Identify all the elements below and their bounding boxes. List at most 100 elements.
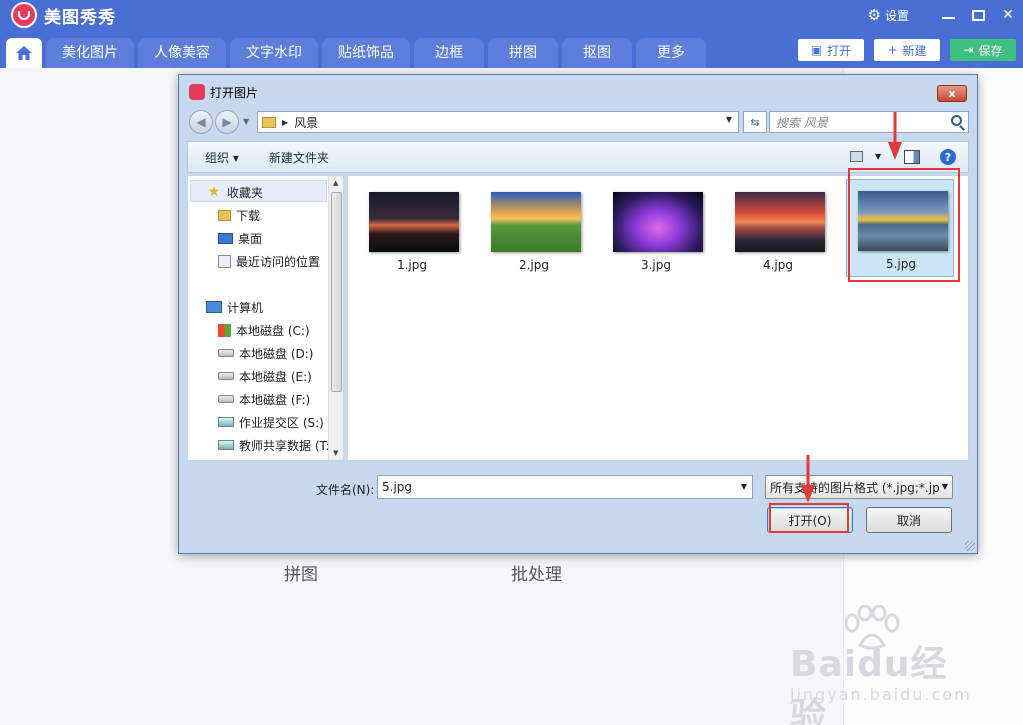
- search-icon[interactable]: [951, 115, 962, 126]
- preview-pane-icon[interactable]: [904, 150, 920, 164]
- app-titlebar: 美图秀秀 ⚙ 设置 ✕: [0, 0, 1023, 30]
- tab-portrait[interactable]: 人像美容: [138, 38, 226, 68]
- breadcrumb-current[interactable]: 风景: [294, 114, 318, 131]
- tree-net-t-label: 教师共享数据 (T:: [239, 438, 330, 453]
- view-mode-icon[interactable]: [850, 151, 863, 162]
- thumbnail-fountain-lights: [613, 192, 703, 252]
- organize-menu[interactable]: 组织 ▾: [205, 149, 239, 166]
- file-item[interactable]: 4.jpg: [724, 184, 832, 274]
- filename-label: 文件名(N):: [316, 483, 375, 497]
- new-folder-button[interactable]: 新建文件夹: [269, 149, 329, 166]
- tree-drive-e-label: 本地磁盘 (E:): [239, 369, 312, 384]
- tree-net-t[interactable]: 教师共享数据 (T:: [218, 434, 330, 456]
- file-name: 2.jpg: [518, 258, 550, 272]
- help-icon[interactable]: ?: [940, 149, 956, 165]
- tree-net-s[interactable]: 作业提交区 (S:): [218, 411, 324, 433]
- tree-favorites[interactable]: ★ 收藏夹: [206, 181, 263, 203]
- baidu-watermark: Baidu经验 jingyan.baidu.com: [782, 605, 972, 725]
- scroll-thumb[interactable]: [331, 192, 342, 392]
- thumbnail-red-sky-sea: [735, 192, 825, 252]
- forward-arrow-icon: ▶: [222, 115, 232, 129]
- history-dropdown-icon[interactable]: ▼: [243, 117, 249, 126]
- file-name: 4.jpg: [762, 258, 794, 272]
- save-button-label: 保存: [978, 43, 1003, 58]
- gear-icon: ⚙: [867, 6, 881, 24]
- home-icon: [16, 46, 32, 60]
- tab-frames[interactable]: 边框: [414, 38, 484, 68]
- tab-stickers[interactable]: 贴纸饰品: [322, 38, 410, 68]
- image-icon: ▣: [810, 43, 823, 57]
- download-folder-icon: [218, 209, 231, 221]
- new-button[interactable]: + 新建: [874, 39, 940, 61]
- network-drive-icon: [218, 417, 234, 427]
- red-arrow-down-icon: [801, 455, 815, 503]
- tree-desktop[interactable]: 桌面: [218, 227, 262, 249]
- search-placeholder: 搜索 风景: [776, 115, 828, 130]
- app-logo-icon: [11, 2, 37, 28]
- tree-recent-label: 最近访问的位置: [236, 254, 321, 269]
- tab-collage[interactable]: 拼图: [488, 38, 558, 68]
- file-type-dropdown-icon[interactable]: ▼: [942, 482, 948, 491]
- back-button[interactable]: ◀: [189, 110, 213, 134]
- desktop-icon: [218, 232, 233, 244]
- tab-cutout[interactable]: 抠图: [562, 38, 632, 68]
- minimize-button[interactable]: [933, 0, 963, 30]
- batch-entry-label[interactable]: 批处理: [511, 560, 562, 585]
- address-row: ◀ ▶ ▼ ▶ 风景 ▼ ⇆ 搜索 风景: [187, 109, 969, 135]
- tab-beautify[interactable]: 美化图片: [46, 38, 134, 68]
- drive-icon: [218, 372, 234, 380]
- tab-text-watermark[interactable]: 文字水印: [230, 38, 318, 68]
- settings-button[interactable]: ⚙ 设置: [868, 6, 909, 24]
- tree-drive-f[interactable]: 本地磁盘 (F:): [218, 388, 310, 410]
- system-drive-icon: [218, 323, 231, 337]
- address-bar[interactable]: ▶ 风景 ▼: [257, 111, 739, 133]
- forward-button[interactable]: ▶: [215, 110, 239, 134]
- refresh-icon: ⇆: [750, 115, 760, 129]
- file-item[interactable]: 3.jpg: [602, 184, 710, 274]
- open-button-label: 打开: [827, 43, 852, 58]
- puzzle-entry-label[interactable]: 拼图: [284, 560, 318, 585]
- drive-icon: [218, 349, 234, 357]
- breadcrumb-arrow-icon[interactable]: ▶: [282, 118, 288, 127]
- tab-more[interactable]: 更多: [636, 38, 706, 68]
- tree-computer[interactable]: 计算机: [206, 296, 263, 318]
- save-button[interactable]: ⇥ 保存: [950, 39, 1016, 61]
- tree-favorites-label: 收藏夹: [227, 185, 264, 200]
- filename-value: 5.jpg: [382, 480, 413, 494]
- tree-downloads[interactable]: 下载: [218, 204, 260, 226]
- resize-grip[interactable]: [965, 541, 975, 551]
- maximize-button[interactable]: [963, 0, 993, 30]
- plus-icon: +: [887, 43, 898, 57]
- file-item[interactable]: 1.jpg: [358, 184, 466, 274]
- address-dropdown-icon[interactable]: ▼: [726, 115, 732, 124]
- dialog-cancel-button[interactable]: 取消: [866, 507, 952, 533]
- folder-icon: [262, 116, 276, 128]
- close-icon: x: [948, 87, 956, 100]
- close-window-button[interactable]: ✕: [993, 0, 1023, 30]
- dialog-close-button[interactable]: x: [937, 85, 967, 102]
- file-type-select[interactable]: 所有支持的图片格式 (*.jpg;*.jp ▼: [765, 475, 953, 499]
- app-name: 美图秀秀: [44, 7, 116, 28]
- refresh-button[interactable]: ⇆: [743, 111, 767, 133]
- search-input[interactable]: 搜索 风景: [769, 111, 969, 133]
- export-icon: ⇥: [963, 43, 974, 57]
- view-dropdown-icon[interactable]: ▼: [875, 152, 881, 161]
- tree-drive-d[interactable]: 本地磁盘 (D:): [218, 342, 313, 364]
- file-item[interactable]: 2.jpg: [480, 184, 588, 274]
- open-button[interactable]: ▣ 打开: [798, 39, 864, 61]
- nav-scrollbar[interactable]: ▲ ▼: [328, 176, 343, 460]
- tab-home[interactable]: [6, 38, 42, 68]
- dialog-title: 打开图片: [210, 85, 259, 100]
- star-icon: ★: [207, 184, 221, 200]
- tree-drive-c[interactable]: 本地磁盘 (C:): [218, 319, 310, 341]
- tree-recent[interactable]: 最近访问的位置: [218, 250, 320, 272]
- drive-icon: [218, 395, 234, 403]
- scroll-down-icon[interactable]: ▼: [333, 449, 338, 457]
- filename-dropdown-icon[interactable]: ▼: [741, 482, 747, 491]
- tree-drive-e[interactable]: 本地磁盘 (E:): [218, 365, 312, 387]
- watermark-url: jingyan.baidu.com: [790, 685, 972, 704]
- maximize-icon: [971, 9, 985, 21]
- tree-drive-c-label: 本地磁盘 (C:): [236, 323, 310, 338]
- scroll-up-icon[interactable]: ▲: [333, 179, 338, 187]
- filename-input[interactable]: 5.jpg ▼: [377, 475, 753, 499]
